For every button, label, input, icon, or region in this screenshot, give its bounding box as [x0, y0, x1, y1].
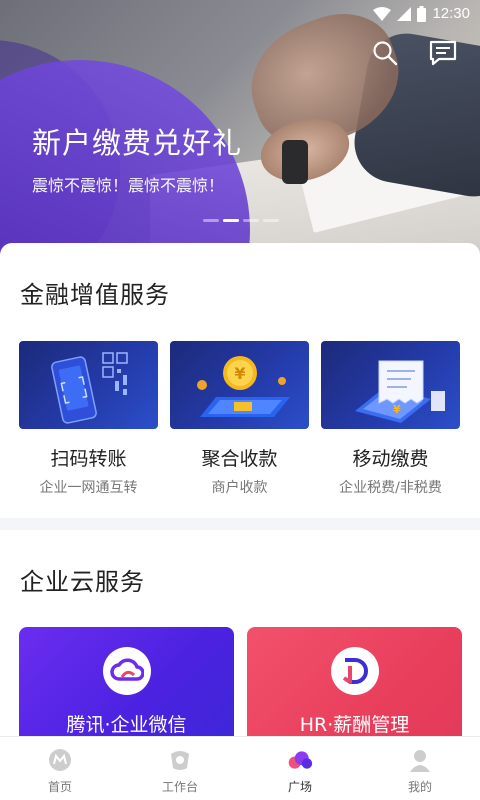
finance-card-name: 聚合收款 — [201, 448, 278, 470]
search-icon — [373, 41, 398, 66]
banner-subtitle: 震惊不震惊！震惊不震惊！ — [32, 176, 225, 195]
finance-section-title: 金融增值服务 — [20, 281, 170, 309]
cloud-card-title: 腾讯·企业微信 — [66, 714, 187, 736]
finance-card-name: 扫码转账 — [50, 448, 127, 470]
finance-card-desc: 企业一网通互转 — [39, 480, 138, 496]
nav-item-home[interactable]: 首页 — [0, 737, 120, 800]
receipt-phone-illustration: ¥ — [321, 341, 460, 429]
banner-dot-active[interactable] — [223, 219, 239, 222]
finance-card-desc: 商户收款 — [211, 480, 268, 496]
profile-icon — [407, 747, 433, 773]
d-logo-icon — [330, 647, 379, 695]
battery-icon — [417, 5, 427, 22]
cloud-section-title: 企业云服务 — [20, 568, 145, 596]
finance-card-mobile-payment[interactable]: ¥ 移动缴费 企业税费/非税费 — [321, 341, 460, 497]
finance-card-aggregate-collection[interactable]: ¥ 聚合收款 商户收款 — [170, 341, 309, 497]
svg-text:¥: ¥ — [393, 403, 401, 416]
banner-title: 新户缴费兑好礼 — [32, 126, 243, 160]
cloud-logo-icon — [102, 647, 151, 695]
finance-section: 金融增值服务 扫码转账 企业一网通互转 ¥ 聚合收款 商户收款 ¥ 移动缴费 企… — [0, 243, 480, 518]
nav-label: 工作台 — [161, 780, 198, 794]
search-button[interactable] — [370, 38, 400, 68]
banner-dot[interactable] — [263, 219, 279, 222]
nav-label: 广场 — [287, 780, 312, 794]
nav-label: 首页 — [47, 780, 72, 794]
message-icon — [429, 40, 457, 66]
status-time: 12:30 — [432, 5, 470, 22]
banner-dot[interactable] — [243, 219, 259, 222]
finance-card-scan-transfer[interactable]: 扫码转账 企业一网通互转 — [19, 341, 158, 497]
cloud-card-title: HR·薪酬管理 — [299, 714, 410, 736]
finance-card-desc: 企业税费/非税费 — [339, 480, 442, 496]
nav-item-profile[interactable]: 我的 — [360, 737, 480, 800]
banner-watch-photo — [282, 140, 308, 184]
banner-dot[interactable] — [203, 219, 219, 222]
bottom-nav: 首页 工作台 广场 我的 — [0, 736, 480, 800]
nav-label: 我的 — [407, 780, 432, 794]
status-bar: 12:30 — [0, 0, 480, 28]
svg-text:¥: ¥ — [234, 364, 245, 383]
nav-item-plaza[interactable]: 广场 — [240, 737, 360, 800]
signal-icon — [397, 6, 412, 21]
top-actions — [370, 38, 458, 68]
message-button[interactable] — [428, 38, 458, 68]
yuan-coin-illustration: ¥ — [170, 341, 309, 429]
wifi-icon — [373, 6, 392, 21]
plaza-icon — [287, 747, 313, 773]
workbench-icon — [167, 747, 193, 773]
banner-pagination — [203, 219, 279, 222]
qr-phone-illustration — [19, 341, 158, 429]
nav-item-workbench[interactable]: 工作台 — [120, 737, 240, 800]
home-icon — [47, 747, 73, 773]
finance-card-name: 移动缴费 — [352, 448, 429, 470]
